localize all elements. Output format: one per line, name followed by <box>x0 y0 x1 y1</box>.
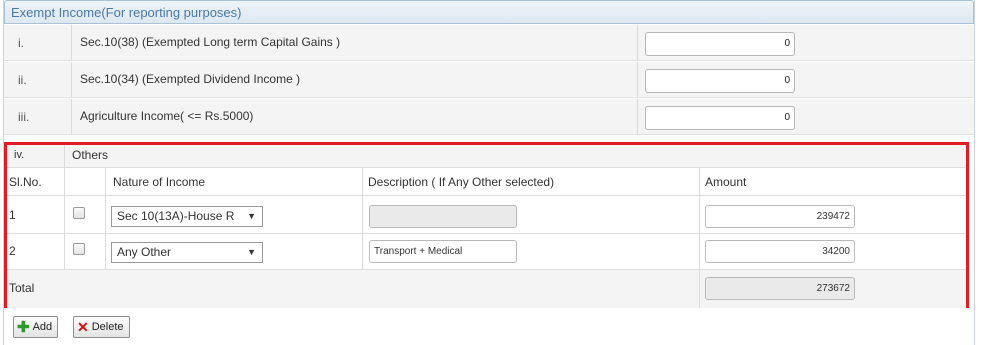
delete-button-label: Delete <box>91 321 124 333</box>
row-label: Sec.10(34) (Exempted Dividend Income ) <box>80 72 301 86</box>
panel-title: Exempt Income(For reporting purposes) <box>11 5 242 20</box>
nature-of-income-select[interactable]: Sec 10(13A)-House R ▼ <box>111 206 263 227</box>
ltcg-amount-input[interactable]: 0 <box>645 32 795 56</box>
nature-of-income-select[interactable]: Any Other ▼ <box>111 242 263 263</box>
add-button-label: Add <box>32 321 53 333</box>
nature-of-income-value: Any Other <box>117 245 172 259</box>
row-label: Sec.10(38) (Exempted Long term Capital G… <box>80 35 341 49</box>
add-button[interactable]: ✚ Add <box>13 316 59 338</box>
plus-icon: ✚ <box>17 318 30 336</box>
nature-of-income-value: Sec 10(13A)-House R <box>117 209 235 223</box>
row-select-checkbox[interactable] <box>73 243 85 255</box>
agriculture-amount-input[interactable]: 0 <box>645 106 795 130</box>
others-section: iv. Others Sl.No. Nature of Income Descr… <box>4 142 969 308</box>
row-slno: 1 <box>9 208 16 222</box>
chevron-down-icon: ▼ <box>247 211 256 221</box>
column-header-nature: Nature of Income <box>113 175 206 189</box>
description-input[interactable]: Transport + Medical <box>369 240 517 263</box>
row-select-checkbox[interactable] <box>73 207 85 219</box>
column-header-slno: Sl.No. <box>9 175 42 189</box>
row-index: iii. <box>18 110 30 124</box>
dividend-amount-input[interactable]: 0 <box>645 69 795 93</box>
description-input[interactable] <box>369 205 517 228</box>
others-label: Others <box>72 148 109 162</box>
others-index: iv. <box>14 149 25 161</box>
delete-button[interactable]: ✕ Delete <box>73 316 130 338</box>
row-index: i. <box>18 36 24 50</box>
row-slno: 2 <box>9 244 16 258</box>
column-header-description: Description ( If Any Other selected) <box>368 175 555 189</box>
panel-header: Exempt Income(For reporting purposes) <box>4 0 974 24</box>
column-header-amount: Amount <box>705 175 747 189</box>
income-row-ltcg: i. Sec.10(38) (Exempted Long term Capita… <box>4 25 974 61</box>
row-label: Agriculture Income( <= Rs.5000) <box>80 109 254 123</box>
x-icon: ✕ <box>77 319 89 335</box>
row-index: ii. <box>18 73 27 87</box>
amount-input[interactable]: 34200 <box>705 240 855 263</box>
income-row-agriculture: iii. Agriculture Income( <= Rs.5000) 0 <box>4 99 974 135</box>
income-row-dividend: ii. Sec.10(34) (Exempted Dividend Income… <box>4 62 974 98</box>
total-amount: 273672 <box>705 277 855 300</box>
total-label: Total <box>9 281 35 295</box>
amount-input[interactable]: 239472 <box>705 205 855 228</box>
chevron-down-icon: ▼ <box>247 247 256 257</box>
